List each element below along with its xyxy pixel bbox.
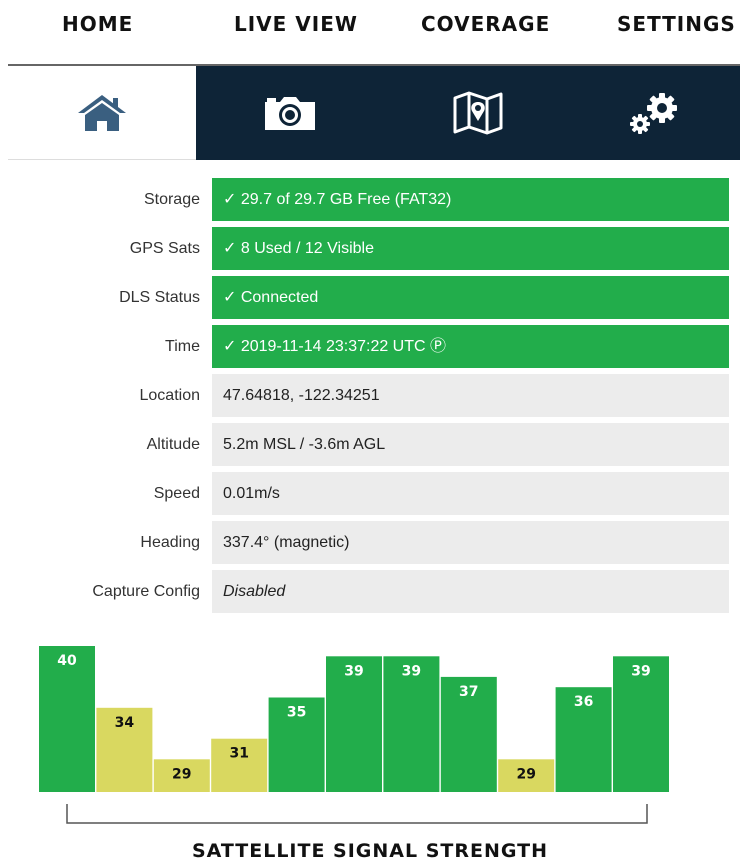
- map-icon: [453, 91, 503, 135]
- heading-label: Heading: [140, 534, 200, 551]
- row-altitude: Altitude 5.2m MSL / -3.6m AGL: [0, 423, 740, 466]
- row-capture-config: Capture Config Disabled: [0, 570, 740, 613]
- capture-config-label: Capture Config: [92, 583, 200, 600]
- signal-bar-label: 40: [57, 653, 77, 669]
- storage-value: ✓ 29.7 of 29.7 GB Free (FAT32): [212, 178, 729, 221]
- signal-bar-label: 39: [402, 663, 421, 679]
- nav-home-label[interactable]: HOME: [62, 12, 133, 36]
- location-label: Location: [139, 387, 201, 404]
- tab-settings[interactable]: [572, 66, 740, 160]
- dls-status-value: ✓ Connected: [212, 276, 729, 319]
- gps-sats-label: GPS Sats: [129, 240, 200, 257]
- signal-bar-label: 39: [344, 663, 363, 679]
- nav-coverage-label[interactable]: COVERAGE: [421, 12, 550, 36]
- row-dls-status: DLS Status ✓ Connected: [0, 276, 740, 319]
- camera-icon: [265, 97, 315, 130]
- speed-value: 0.01m/s: [212, 472, 729, 515]
- chart-title: SATTELLITE SIGNAL STRENGTH: [191, 840, 549, 862]
- top-nav: HOME LIVE VIEW COVERAGE SETTINGS: [0, 0, 740, 54]
- tab-coverage[interactable]: [384, 66, 572, 160]
- signal-bar-label: 34: [115, 715, 135, 731]
- chart-bracket: [66, 804, 648, 824]
- heading-value: 337.4° (magnetic): [212, 521, 729, 564]
- row-location: Location 47.64818, -122.34251: [0, 374, 740, 417]
- row-storage: Storage ✓ 29.7 of 29.7 GB Free (FAT32): [0, 178, 740, 221]
- signal-bar-label: 37: [459, 684, 478, 700]
- signal-bar-label: 35: [287, 705, 306, 721]
- nav-settings-label[interactable]: SETTINGS: [617, 12, 736, 36]
- time-value: ✓ 2019-11-14 23:37:22 UTC Ⓟ: [212, 325, 729, 368]
- tab-live-view[interactable]: [196, 66, 384, 160]
- tab-home[interactable]: [8, 66, 196, 160]
- dls-status-label: DLS Status: [119, 289, 200, 306]
- signal-bar-label: 39: [631, 663, 650, 679]
- altitude-label: Altitude: [146, 436, 200, 453]
- row-heading: Heading 337.4° (magnetic): [0, 521, 740, 564]
- row-speed: Speed 0.01m/s: [0, 472, 740, 515]
- icon-tab-bar: [8, 66, 740, 160]
- row-gps-sats: GPS Sats ✓ 8 Used / 12 Visible: [0, 227, 740, 270]
- time-label: Time: [165, 338, 200, 355]
- altitude-value: 5.2m MSL / -3.6m AGL: [212, 423, 729, 466]
- row-time: Time ✓ 2019-11-14 23:37:22 UTC Ⓟ: [0, 325, 740, 368]
- gears-icon: [630, 93, 677, 134]
- storage-label: Storage: [143, 191, 200, 208]
- signal-bar-label: 29: [516, 766, 535, 782]
- signal-bars-svg: 40 34 29 31 35 39 39 37 29 36 39: [39, 646, 669, 824]
- signal-bar-label: 31: [229, 746, 248, 762]
- speed-label: Speed: [153, 485, 200, 502]
- satellite-signal-chart: 40 34 29 31 35 39 39 37 29 36 39 SATTELLITE SIGNAL…: [0, 620, 740, 864]
- signal-bar-label: 29: [172, 766, 191, 782]
- capture-config-value: Disabled: [212, 570, 729, 613]
- nav-live-view-label[interactable]: LIVE VIEW: [234, 12, 358, 36]
- home-icon: [78, 94, 126, 131]
- gps-sats-value: ✓ 8 Used / 12 Visible: [212, 227, 729, 270]
- location-value: 47.64818, -122.34251: [212, 374, 729, 417]
- signal-bar-label: 36: [574, 694, 593, 710]
